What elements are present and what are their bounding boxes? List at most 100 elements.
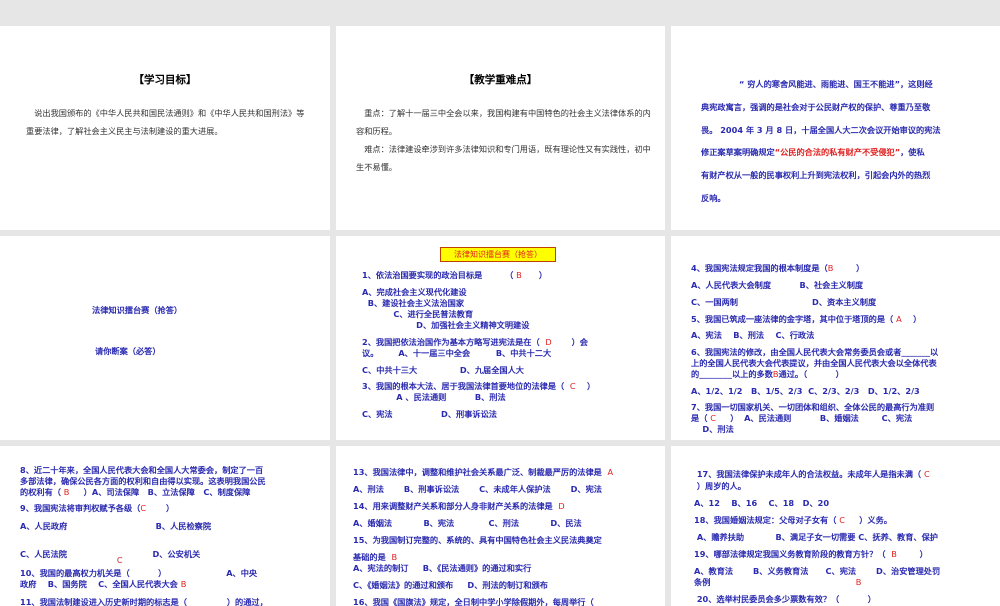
question-line: ）周岁的人。 <box>694 480 746 492</box>
question-text: A 、民法通则 B、刑法 <box>362 392 506 402</box>
question-line: 11、我国法制建设进入历史新时期的标志是（ ）的通过， <box>20 596 268 606</box>
slide-thumbnail-7[interactable]: 8、近二十年来，全国人民代表大会和全国人大常委会，制定了一百 多部法律，确保公民各… <box>0 446 330 606</box>
answer-mark: B <box>180 579 187 589</box>
question-line: 19、哪部法律规定我国义务教育阶段的教育方针？（ B ） <box>694 548 928 560</box>
question-text: ）会 <box>551 337 588 347</box>
question-text: ） <box>146 503 175 513</box>
question-line: 9、我国宪法将审判权赋予各级（C ） <box>20 502 174 514</box>
question-text: 通过。（ ） <box>778 369 844 379</box>
question-text: ） <box>833 263 865 273</box>
question-text <box>20 555 117 565</box>
question-text: 10、我国的最高权力机关是（ ） A、中央 <box>20 568 258 578</box>
slide-thumbnail-4[interactable]: 法律知识擂台赛（抢答） 请你断案（必答） <box>0 236 330 440</box>
slide-text-line: 有财产权从一般的民事权利上升到宪法权利，引起会内外的热烈 <box>701 170 931 180</box>
slide-text-line: 典宪政寓言，强调的是社会对于公民财产权的保护、尊重乃至敬 <box>701 102 931 112</box>
question-text: 17、我国法律保护未成年人的合法权益。未成年人是指未满（ <box>694 469 924 479</box>
highlighted-quote: “公民的合法的私有财产不受侵犯” <box>774 147 901 157</box>
question-line: A、12 B、16 C、18 D、20 <box>694 497 829 509</box>
answer-mark: B <box>855 577 862 587</box>
question-text: 8、近二十年来，全国人民代表大会和全国人大常委会，制定了一百 <box>20 465 264 475</box>
question-line: 13、我国法律中，调整和维护社会关系最广泛、制裁最严厉的法律是 A <box>353 466 613 478</box>
question-text: A、12 B、16 C、18 D、20 <box>694 498 830 508</box>
question-text: 18、我国婚姻法规定：父母对子女有（ <box>694 515 840 525</box>
question-line: A、刑法 B、刑事诉讼法 C、未成年人保护法 D、宪法 <box>353 483 602 495</box>
slide-text-difficulties: 难点：法律建设牵涉到许多法律知识和专门用语，既有理论性又有实践性，初中生不易懂。 <box>356 144 651 172</box>
question-text: B、建设社会主义法治国家 <box>362 298 465 308</box>
question-text: 政府 B、国务院 C、全国人民代表大会 <box>20 579 181 589</box>
question-line: 1、依法治国要实现的政治目标是 （ B ） <box>362 269 547 281</box>
question-text: 6、我国宪法的修改，由全国人民代表大会常务委员会或者_______以 <box>691 347 939 357</box>
question-text: ）周岁的人。 <box>694 481 746 491</box>
question-text: C、中共十三大 D、九届全国人大 <box>362 365 524 375</box>
question-text: C、一国两制 D、资本主义制度 <box>691 297 877 307</box>
answer-mark: A <box>607 467 614 477</box>
question-text: A、教育法 B、义务教育法 C、宪法 D、治安管理处罚 <box>694 566 941 576</box>
question-line: A、婚姻法 B、宪法 C、刑法 D、民法 <box>353 517 582 529</box>
question-text: A、赡养扶助 B、满足子女一切需要 C、抚养、教育、保护 <box>694 532 938 542</box>
question-text: ） <box>521 270 548 280</box>
question-text: A、宪法 B、刑法 C、行政法 <box>691 330 815 340</box>
question-line: D、加强社会主义精神文明建设 <box>362 319 529 331</box>
question-line: A、赡养扶助 B、满足子女一切需要 C、抚养、教育、保护 <box>694 531 938 543</box>
answer-mark: C <box>923 469 930 479</box>
slide-thumbnail-8[interactable]: 13、我国法律中，调整和维护社会关系最广泛、制裁最严厉的法律是 A A、刑法 B、… <box>336 446 665 606</box>
question-text: ） A、民法通则 B、婚姻法 C、宪法 <box>715 413 913 423</box>
question-text: ） <box>575 381 596 391</box>
question-line: A、人民政府 B、人民检察院 <box>20 520 211 532</box>
question-text: ） <box>896 549 928 559</box>
slide-text-line: 畏。 2004 年 3 月 8 日，十届全国人大二次会议开始审议的宪法 <box>701 125 941 135</box>
question-text: 2、我国把依法治国作为基本方略写进宪法是在（ <box>362 337 546 347</box>
question-text: A、1/2、1/2 B、1/5、2/3 C、2/3、2/3 D、1/2、2/3 <box>691 386 920 396</box>
question-text: 14、用来调整财产关系和部分人身非财产关系的法律是 <box>353 501 559 511</box>
slide-thumbnail-1[interactable]: 【学习目标】 说出我国颁布的《中华人民共和国民法通则》和《中华人民共和国刑法》等… <box>0 26 330 230</box>
question-line: C <box>20 555 123 565</box>
slide-thumbnail-6[interactable]: 4、我国宪法规定我国的根本制度是（B ） A、人民代表大会制度 B、社会主义制度 C… <box>671 236 1000 440</box>
slide-thumbnail-9[interactable]: 17、我国法律保护未成年人的合法权益。未成年人是指未满（ C ）周岁的人。 A、1… <box>671 446 1000 606</box>
slide-thumbnail-5[interactable]: 法律知识擂台赛（抢答） 1、依法治国要实现的政治目标是 （ B ） A、完成社会主… <box>336 236 665 440</box>
question-line: 15、为我国制订完整的、系统的、具有中国特色社会主义民法典奠定 <box>353 534 602 546</box>
question-line: 5、我国已筑成一座法律的金字塔，其中位于塔顶的是（ A ） <box>691 313 921 325</box>
question-line: 议。 A、十一届三中全会 B、中共十二大 <box>362 347 551 359</box>
question-text: 的________以上的多数 <box>691 369 773 379</box>
question-text: C、《婚姻法》的通过和颁布 D、刑法的制订和颁布 <box>353 580 548 590</box>
question-line: D、刑法 <box>691 423 733 435</box>
question-text: 的权利有（ <box>20 487 64 497</box>
question-text: 4、我国宪法规定我国的根本制度是（ <box>691 263 828 273</box>
question-line: A、宪法 B、刑法 C、行政法 <box>691 329 814 341</box>
question-line: A、1/2、1/2 B、1/5、2/3 C、2/3、2/3 D、1/2、2/3 <box>691 385 920 397</box>
slide-title: 【学习目标】 <box>133 74 197 86</box>
question-line: C、《婚姻法》的通过和颁布 D、刑法的制订和颁布 <box>353 579 548 591</box>
question-text: 1、依法治国要实现的政治目标是 （ <box>362 270 517 280</box>
question-text: 16、我国《国旗法》规定，全日制中学小学除假期外，每周举行（ <box>353 597 594 606</box>
question-text: 5、我国已筑成一座法律的金字塔，其中位于塔顶的是（ <box>691 314 897 324</box>
slide-thumbnail-3[interactable]: “ 穷人的寒舍风能进、雨能进、国王不能进”，这则经 典宪政寓言，强调的是社会对于… <box>671 26 1000 230</box>
slide-text-key-points: 重点：了解十一届三中全会以来，我国构建有中国特色的社会主义法律体系的内容和历程。 <box>356 108 651 136</box>
question-line: 20、选举村民委员会多少票数有效？（ ） <box>694 593 876 605</box>
slide-thumbnail-2[interactable]: 【教学重难点】 重点：了解十一届三中全会以来，我国构建有中国特色的社会主义法律体… <box>336 26 665 230</box>
question-line: 4、我国宪法规定我国的根本制度是（B ） <box>691 262 864 274</box>
question-text: 是（ <box>691 413 711 423</box>
question-text: 15、为我国制订完整的、系统的、具有中国特色社会主义民法典奠定 <box>353 535 602 545</box>
question-line: 16、我国《国旗法》规定，全日制中学小学除假期外，每周举行（ <box>353 596 594 606</box>
slide-text-line: 反响。 <box>701 193 726 203</box>
question-line: C、一国两制 D、资本主义制度 <box>691 296 876 308</box>
answer-mark: D <box>558 501 565 511</box>
question-line: 的________以上的多数B通过。（ ） <box>691 368 844 380</box>
text-segment: ，使私 <box>900 147 925 157</box>
slide-text-line: 修正案草案明确规定“公民的合法的私有财产不受侵犯”，使私 <box>701 146 925 158</box>
question-line: A、宪法的制订 B、《民法通则》的通过和实行 <box>353 562 531 574</box>
text-segment: 修正案草案明确规定 <box>701 147 775 157</box>
question-text: 13、我国法律中，调整和维护社会关系最广泛、制裁最严厉的法律是 <box>353 467 608 477</box>
question-text: 条例 <box>694 577 856 587</box>
slide-title: 【教学重难点】 <box>463 74 538 86</box>
question-text: D、加强社会主义精神文明建设 <box>362 320 530 330</box>
question-text: A、完成社会主义现代化建设 <box>362 287 467 297</box>
question-text: A、婚姻法 B、宪法 C、刑法 D、民法 <box>353 518 582 528</box>
question-text: A、人民代表大会制度 B、社会主义制度 <box>691 280 864 290</box>
link-quiz-contest[interactable]: 法律知识擂台赛（抢答） <box>92 304 182 316</box>
question-line: C、宪法 D、刑事诉讼法 <box>362 408 497 420</box>
question-text: C、宪法 D、刑事诉讼法 <box>362 409 497 419</box>
link-case-judgment[interactable]: 请你断案（必答） <box>95 345 161 357</box>
question-text: 11、我国法制建设进入历史新时期的标志是（ ）的通过， <box>20 597 268 606</box>
question-text: 多部法律，确保公民各方面的权利和自由得以实现。这表明我国公民 <box>20 476 266 486</box>
